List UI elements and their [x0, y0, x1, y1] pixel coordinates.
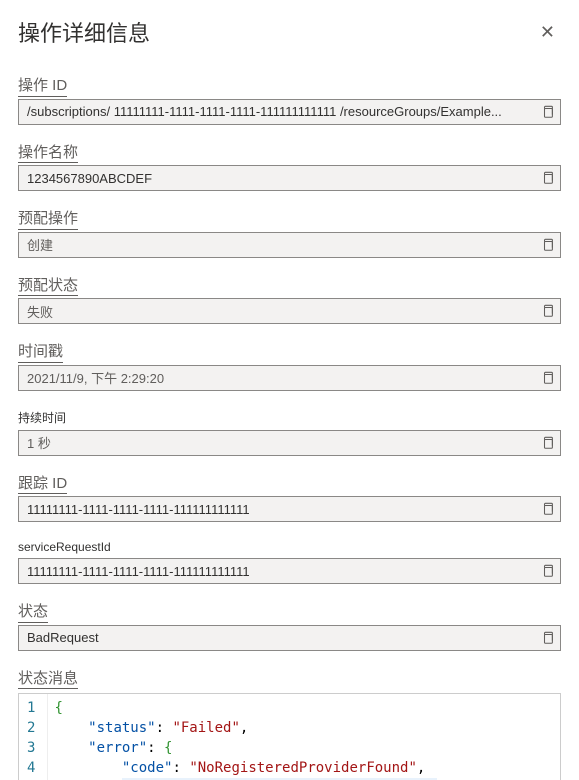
field-status-message: 状态消息 1 2 3 4 5 6 7 { "status": "Failed",…	[18, 669, 561, 780]
field-box: 失败	[18, 298, 561, 324]
field-label: 预配状态	[18, 276, 78, 297]
field-box: BadRequest	[18, 625, 561, 651]
field-box: 创建	[18, 232, 561, 258]
field-tracking-id: 跟踪 ID 11111111-1111-1111-1111-1111111111…	[18, 474, 561, 523]
field-provisioning-operation: 预配操作 创建	[18, 209, 561, 258]
field-value: 11111111-1111-1111-1111-111111111111	[27, 564, 534, 579]
field-value: BadRequest	[27, 630, 534, 645]
field-value: /subscriptions/ 11111111-1111-1111-1111-…	[27, 104, 534, 119]
copy-icon[interactable]	[540, 563, 556, 579]
field-label: 状态消息	[18, 669, 78, 690]
field-label: 时间戳	[18, 342, 63, 363]
field-value: 2021/11/9, 下午 2:29:20	[27, 368, 534, 387]
field-box: 2021/11/9, 下午 2:29:20	[18, 365, 561, 391]
field-operation-id: 操作 ID /subscriptions/ 11111111-1111-1111…	[18, 76, 561, 125]
copy-icon[interactable]	[540, 104, 556, 120]
field-value: 11111111-1111-1111-1111-111111111111	[27, 502, 534, 517]
field-label: 持续时间	[18, 409, 561, 426]
copy-icon[interactable]	[540, 630, 556, 646]
field-value: 1234567890ABCDEF	[27, 171, 534, 186]
field-value: 失败	[27, 302, 534, 321]
field-box: 11111111-1111-1111-1111-111111111111	[18, 558, 561, 584]
field-label: 操作 ID	[18, 76, 67, 97]
field-box: 1234567890ABCDEF	[18, 165, 561, 191]
copy-icon[interactable]	[540, 303, 556, 319]
copy-icon[interactable]	[540, 170, 556, 186]
code-content: { "status": "Failed", "error": { "code":…	[48, 694, 560, 780]
copy-icon[interactable]	[540, 435, 556, 451]
copy-icon[interactable]	[540, 370, 556, 386]
field-value: 1 秒	[27, 433, 534, 452]
field-label: 跟踪 ID	[18, 474, 67, 495]
field-label: 预配操作	[18, 209, 78, 230]
field-box: /subscriptions/ 11111111-1111-1111-1111-…	[18, 99, 561, 125]
field-value: 创建	[27, 235, 534, 254]
field-provisioning-state: 预配状态 失败	[18, 276, 561, 325]
field-box: 1 秒	[18, 430, 561, 456]
field-status: 状态 BadRequest	[18, 602, 561, 651]
close-icon[interactable]: ✕	[534, 20, 561, 45]
field-label: 状态	[18, 602, 48, 623]
copy-icon[interactable]	[540, 237, 556, 253]
field-label: serviceRequestId	[18, 540, 561, 554]
field-box: 11111111-1111-1111-1111-111111111111	[18, 496, 561, 522]
operation-details-panel: 操作详细信息 ✕ 操作 ID /subscriptions/ 11111111-…	[0, 0, 579, 780]
panel-title: 操作详细信息	[18, 16, 150, 48]
field-duration: 持续时间 1 秒	[18, 409, 561, 456]
field-service-request-id: serviceRequestId 11111111-1111-1111-1111…	[18, 540, 561, 584]
field-label: 操作名称	[18, 143, 78, 164]
panel-header: 操作详细信息 ✕	[18, 16, 561, 48]
field-timestamp: 时间戳 2021/11/9, 下午 2:29:20	[18, 342, 561, 391]
field-operation-name: 操作名称 1234567890ABCDEF	[18, 143, 561, 192]
copy-icon[interactable]	[540, 501, 556, 517]
line-number-gutter: 1 2 3 4 5 6 7	[19, 694, 48, 780]
json-code-editor[interactable]: 1 2 3 4 5 6 7 { "status": "Failed", "err…	[18, 693, 561, 780]
